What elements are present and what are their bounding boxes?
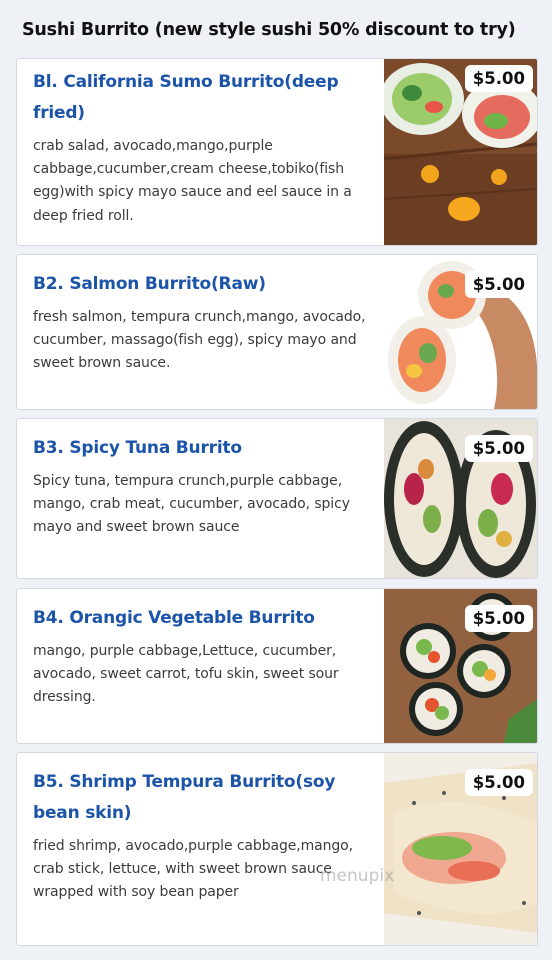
price-badge: $5.00 [464,605,533,632]
menu-item-name: B5. Shrimp Tempura Burrito(soy bean skin… [33,772,336,823]
page-title: Sushi Burrito (new style sushi 50% disco… [22,20,516,40]
menu-item-name: B3. Spicy Tuna Burrito [33,438,242,458]
menu-item-info: Bl. California Sumo Burrito(deep fried) … [33,59,377,228]
menu-item-name: B2. Salmon Burrito(Raw) [33,274,266,294]
menu-item-card[interactable]: Bl. California Sumo Burrito(deep fried) … [16,58,538,246]
price-badge: $5.00 [464,271,533,298]
menu-item-description: crab salad, avocado,mango,purple cabbage… [33,138,352,224]
menu-item-photo: $5.00 [384,589,537,743]
menu-item-card[interactable]: B2. Salmon Burrito(Raw) fresh salmon, te… [16,254,538,410]
menu-item-photo: $5.00 [384,753,537,945]
price-badge: $5.00 [464,769,533,796]
menu-item-photo: $5.00 [384,255,537,409]
menu-item-card[interactable]: B4. Orangic Vegetable Burrito mango, pur… [16,588,538,744]
menu-item-description: Spicy tuna, tempura crunch,purple cabbag… [33,473,350,536]
menu-item-description: fresh salmon, tempura crunch,mango, avoc… [33,309,366,372]
menu-item-name: Bl. California Sumo Burrito(deep fried) [33,72,339,123]
price-badge: $5.00 [464,65,533,92]
price-badge: $5.00 [464,435,533,462]
menu-item-photo: $5.00 [384,419,537,578]
menu-item-info: B3. Spicy Tuna Burrito Spicy tuna, tempu… [33,419,377,540]
menu-item-description: mango, purple cabbage,Lettuce, cucumber,… [33,643,339,706]
menu-item-name: B4. Orangic Vegetable Burrito [33,608,315,628]
menu-item-info: B4. Orangic Vegetable Burrito mango, pur… [33,589,377,710]
watermark: menupix [320,866,395,886]
menu-item-info: B2. Salmon Burrito(Raw) fresh salmon, te… [33,255,377,376]
menu-item-card[interactable]: B3. Spicy Tuna Burrito Spicy tuna, tempu… [16,418,538,579]
menu-item-photo: $5.00 [384,59,537,245]
menu-item-card[interactable]: B5. Shrimp Tempura Burrito(soy bean skin… [16,752,538,946]
